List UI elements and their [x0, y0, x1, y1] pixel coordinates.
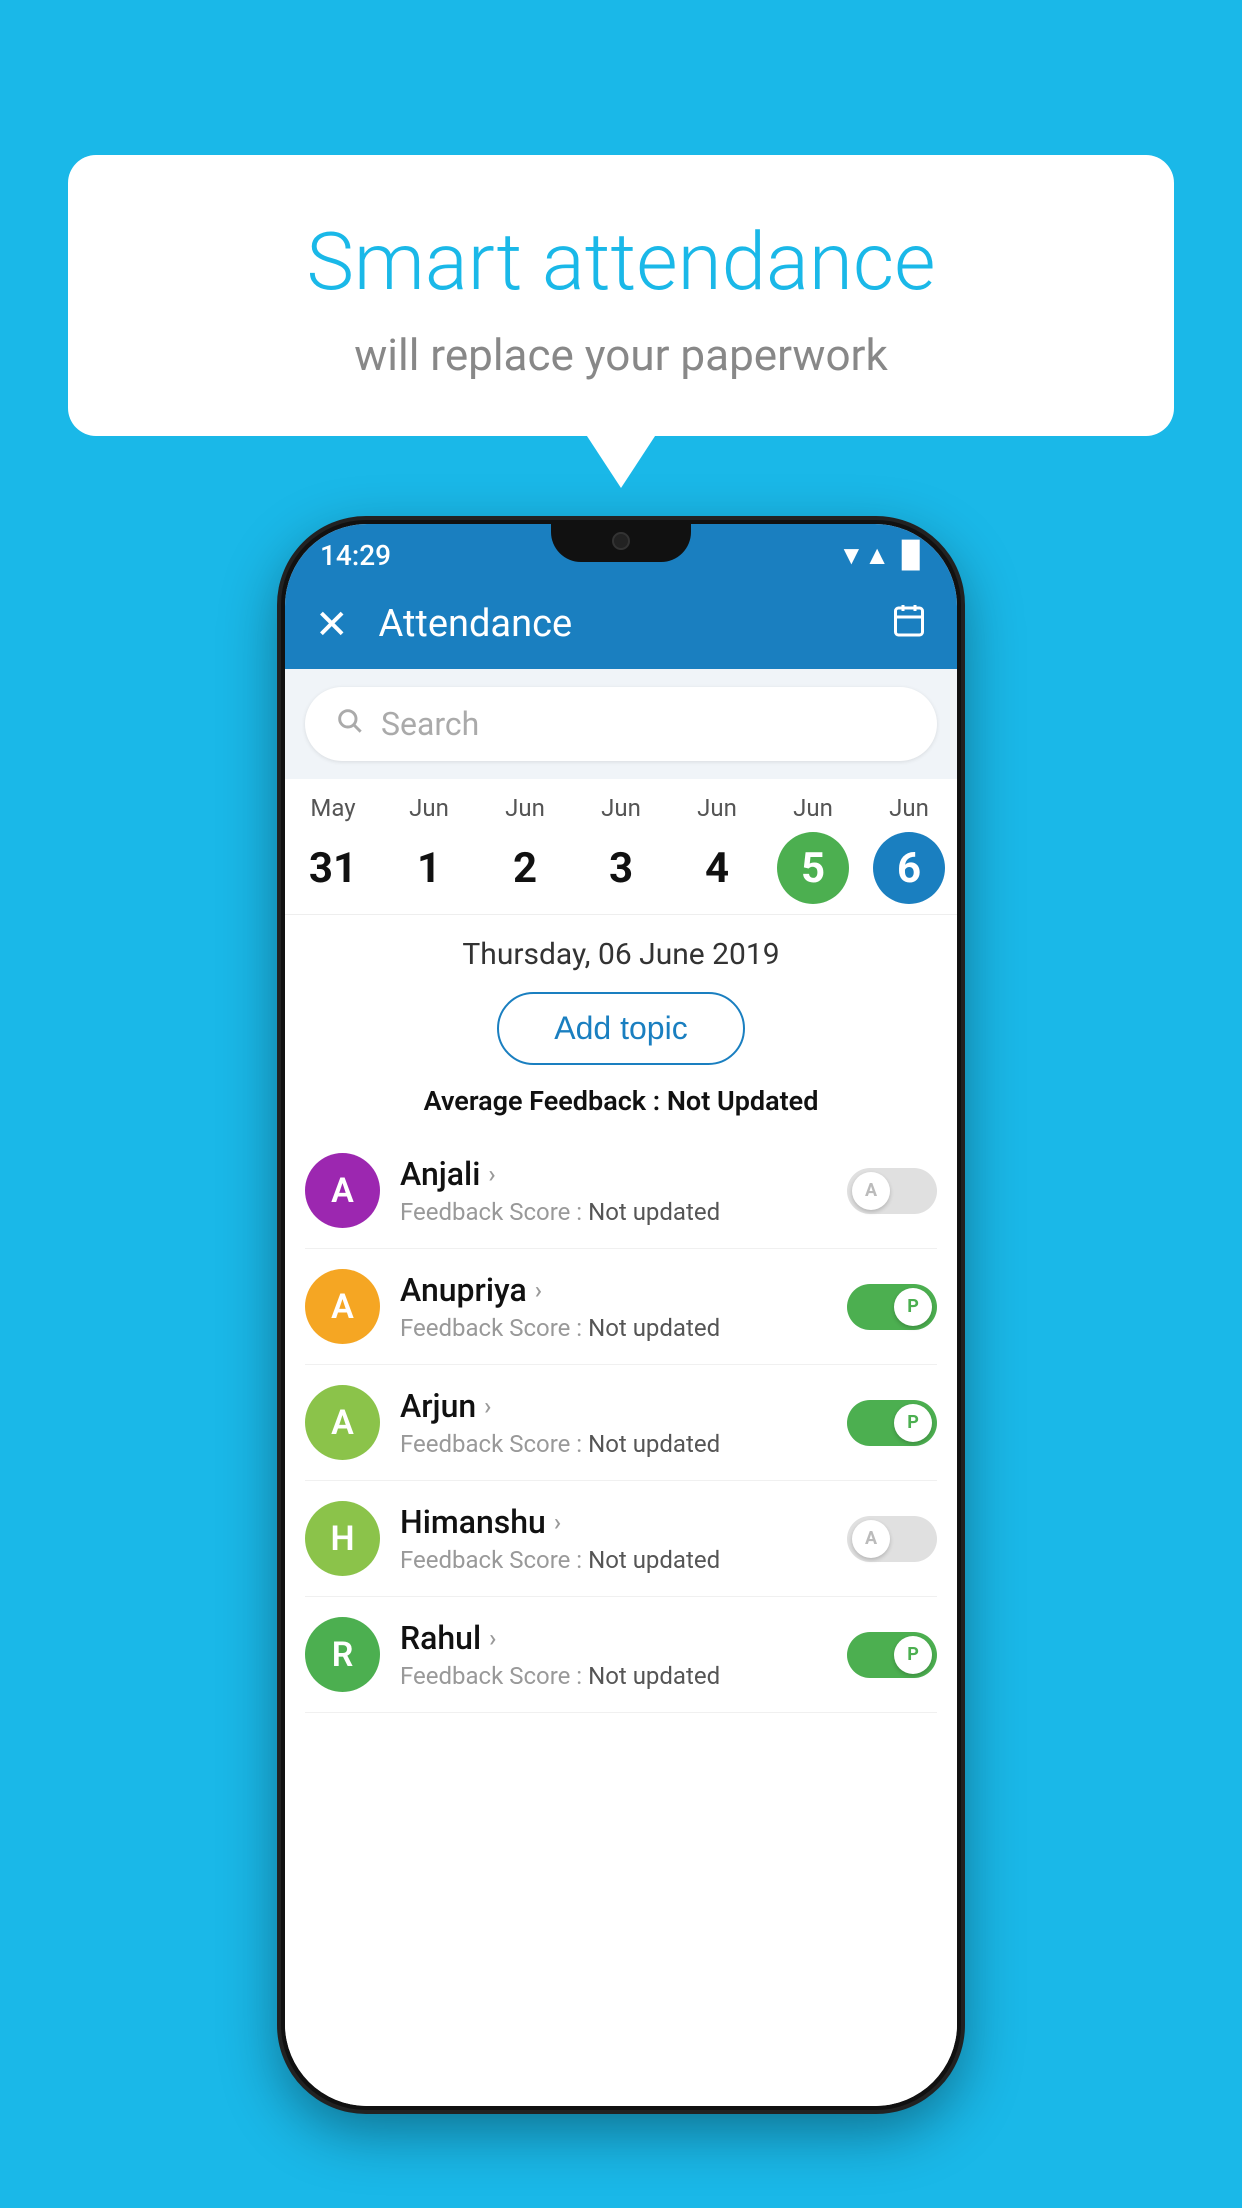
attendance-toggle[interactable]: P — [847, 1400, 937, 1446]
student-avatar: R — [305, 1617, 380, 1692]
phone-screen: 14:29 ▼▲ ▉ ✕ Attendance — [285, 524, 957, 2106]
speech-bubble-container: Smart attendance will replace your paper… — [68, 155, 1174, 436]
toggle-knob: A — [852, 1172, 890, 1210]
attendance-toggle[interactable]: P — [847, 1284, 937, 1330]
student-avatar: H — [305, 1501, 380, 1576]
student-item[interactable]: A Anupriya › Feedback Score : Not updated P — [305, 1249, 937, 1365]
chevron-right-icon: › — [535, 1276, 542, 1304]
status-time: 14:29 — [320, 539, 391, 572]
attendance-toggle[interactable]: A — [847, 1516, 937, 1562]
student-feedback-score: Feedback Score : Not updated — [400, 1430, 827, 1458]
app-bar-title: Attendance — [379, 602, 861, 646]
student-info: Arjun › Feedback Score : Not updated — [400, 1387, 827, 1458]
student-item[interactable]: H Himanshu › Feedback Score : Not updated A — [305, 1481, 937, 1597]
student-item[interactable]: A Arjun › Feedback Score : Not updated P — [305, 1365, 937, 1481]
avg-feedback-label: Average Feedback : — [424, 1085, 667, 1117]
calendar-day[interactable]: May 31 — [293, 794, 373, 904]
selected-date-row: Thursday, 06 June 2019 — [285, 915, 957, 980]
screen-content: Search May 31 Jun 1 Jun 2 Jun 3 Jun 4 Jun 5 Jun 6 Thu… — [285, 669, 957, 2106]
cal-month-label: Jun — [889, 794, 929, 822]
student-feedback-score: Feedback Score : Not updated — [400, 1662, 827, 1690]
close-button[interactable]: ✕ — [315, 601, 349, 648]
cal-month-label: Jun — [793, 794, 833, 822]
average-feedback: Average Feedback : Not Updated — [285, 1077, 957, 1133]
phone-notch — [551, 520, 691, 562]
search-icon — [335, 706, 363, 742]
toggle-knob: P — [894, 1636, 932, 1674]
wifi-icon: ▼▲ — [839, 540, 890, 571]
student-item[interactable]: R Rahul › Feedback Score : Not updated P — [305, 1597, 937, 1713]
speech-bubble: Smart attendance will replace your paper… — [68, 155, 1174, 436]
search-bar[interactable]: Search — [305, 687, 937, 761]
student-info: Anjali › Feedback Score : Not updated — [400, 1155, 827, 1226]
selected-date-text: Thursday, 06 June 2019 — [462, 937, 779, 972]
student-info: Himanshu › Feedback Score : Not updated — [400, 1503, 827, 1574]
calendar-icon[interactable] — [891, 602, 927, 647]
student-feedback-score: Feedback Score : Not updated — [400, 1198, 827, 1226]
app-bar: ✕ Attendance — [285, 579, 957, 669]
student-name: Anjali › — [400, 1155, 827, 1193]
calendar-day[interactable]: Jun 5 — [773, 794, 853, 904]
status-icons: ▼▲ ▉ — [839, 540, 922, 571]
student-info: Anupriya › Feedback Score : Not updated — [400, 1271, 827, 1342]
student-feedback-score: Feedback Score : Not updated — [400, 1314, 827, 1342]
student-avatar: A — [305, 1385, 380, 1460]
toggle-knob: P — [894, 1288, 932, 1326]
chevron-right-icon: › — [489, 1624, 496, 1652]
chevron-right-icon: › — [488, 1160, 495, 1188]
student-avatar: A — [305, 1269, 380, 1344]
cal-month-label: May — [310, 794, 355, 822]
attendance-toggle[interactable]: A — [847, 1168, 937, 1214]
cal-date-number: 5 — [777, 832, 849, 904]
student-feedback-score: Feedback Score : Not updated — [400, 1546, 827, 1574]
student-info: Rahul › Feedback Score : Not updated — [400, 1619, 827, 1690]
student-item[interactable]: A Anjali › Feedback Score : Not updated A — [305, 1133, 937, 1249]
cal-month-label: Jun — [601, 794, 641, 822]
search-input-placeholder: Search — [381, 705, 479, 743]
phone-frame: 14:29 ▼▲ ▉ ✕ Attendance — [281, 520, 961, 2110]
cal-month-label: Jun — [409, 794, 449, 822]
student-name: Rahul › — [400, 1619, 827, 1657]
student-name: Anupriya › — [400, 1271, 827, 1309]
student-name: Himanshu › — [400, 1503, 827, 1541]
cal-date-number: 31 — [297, 832, 369, 904]
cal-month-label: Jun — [697, 794, 737, 822]
student-name: Arjun › — [400, 1387, 827, 1425]
phone-device: 14:29 ▼▲ ▉ ✕ Attendance — [281, 520, 961, 2110]
calendar-day[interactable]: Jun 1 — [389, 794, 469, 904]
cal-date-number: 2 — [489, 832, 561, 904]
calendar-day[interactable]: Jun 2 — [485, 794, 565, 904]
cal-date-number: 3 — [585, 832, 657, 904]
bubble-subtitle: will replace your paperwork — [118, 329, 1124, 381]
cal-date-number: 4 — [681, 832, 753, 904]
search-bar-container: Search — [285, 669, 957, 779]
chevron-right-icon: › — [484, 1392, 491, 1420]
battery-icon: ▉ — [902, 541, 922, 571]
calendar-day[interactable]: Jun 4 — [677, 794, 757, 904]
toggle-knob: A — [852, 1520, 890, 1558]
cal-month-label: Jun — [505, 794, 545, 822]
calendar-day[interactable]: Jun 3 — [581, 794, 661, 904]
avg-feedback-value: Not Updated — [667, 1085, 819, 1117]
attendance-toggle[interactable]: P — [847, 1632, 937, 1678]
add-topic-button[interactable]: Add topic — [497, 992, 744, 1065]
toggle-knob: P — [894, 1404, 932, 1442]
student-avatar: A — [305, 1153, 380, 1228]
student-list: AAnjali ›Feedback Score : Not updatedAAA… — [285, 1133, 957, 1713]
cal-date-number: 6 — [873, 832, 945, 904]
chevron-right-icon: › — [554, 1508, 561, 1536]
calendar-strip: May 31 Jun 1 Jun 2 Jun 3 Jun 4 Jun 5 Jun 6 — [285, 779, 957, 915]
calendar-day[interactable]: Jun 6 — [869, 794, 949, 904]
camera-dot — [612, 532, 630, 550]
cal-date-number: 1 — [393, 832, 465, 904]
bubble-title: Smart attendance — [118, 215, 1124, 309]
